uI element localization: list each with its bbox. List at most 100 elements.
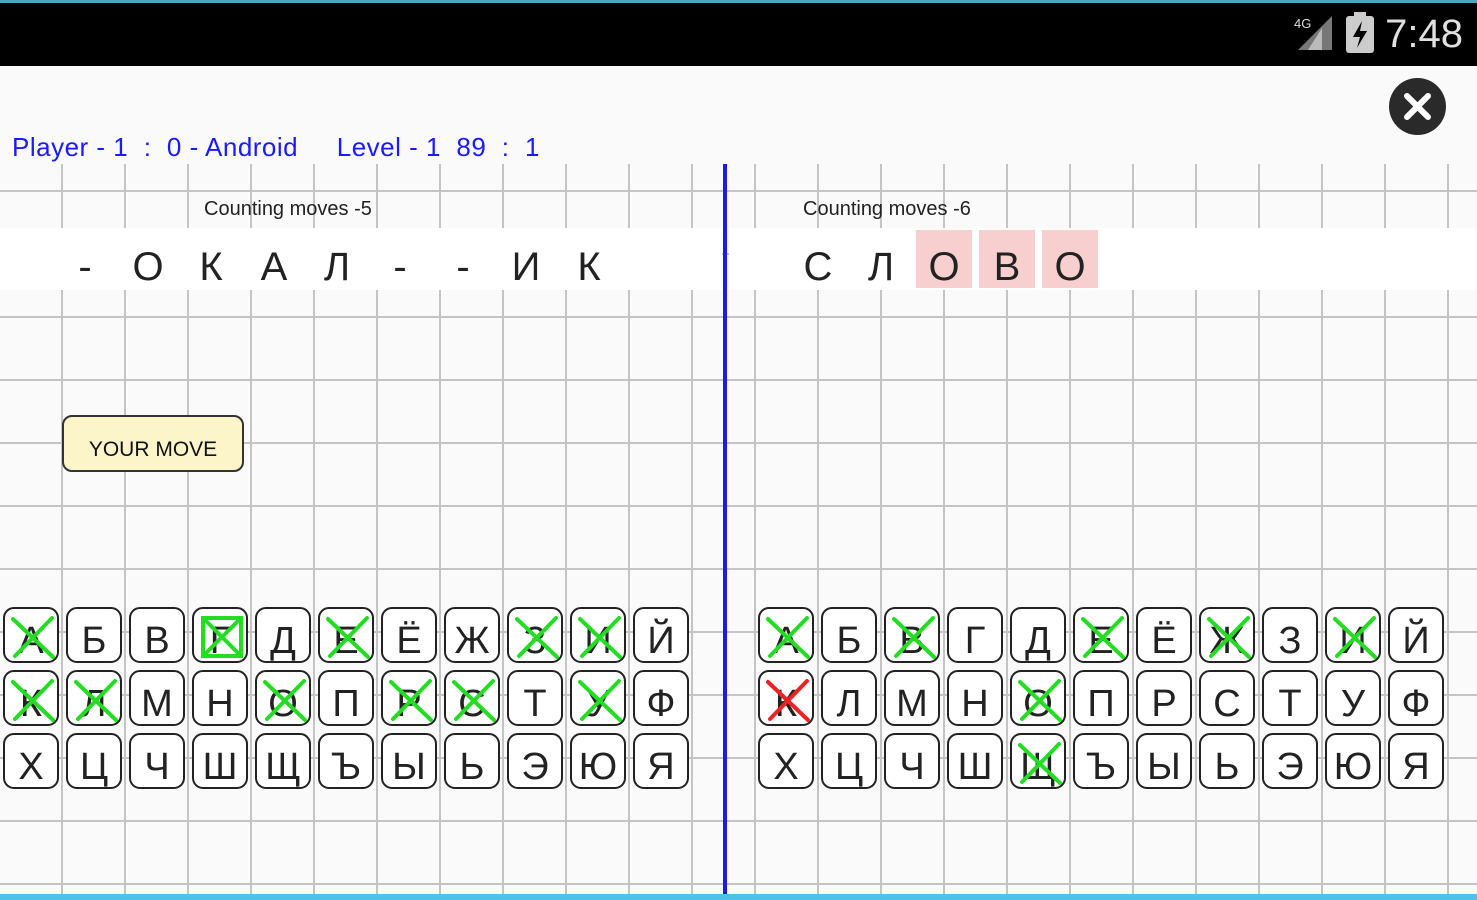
key-letter: Ч [899, 746, 925, 788]
right-letter-key[interactable]: Л [821, 670, 877, 726]
right-letter-key[interactable]: Ф [1388, 670, 1444, 726]
status-bar: 4G 7:48 [0, 0, 1477, 66]
left-letter-key[interactable]: О [255, 670, 311, 726]
right-letter-key[interactable]: Б [821, 607, 877, 663]
left-letter-key[interactable]: З [507, 607, 563, 663]
key-letter: Э [521, 746, 549, 788]
right-letter-key[interactable]: В [884, 607, 940, 663]
key-letter: Й [1402, 620, 1430, 662]
your-move-button[interactable]: YOUR MOVE [62, 415, 244, 472]
right-letter-key[interactable]: Е [1073, 607, 1129, 663]
left-letter-key[interactable]: М [129, 670, 185, 726]
key-letter: Ш [202, 746, 238, 788]
key-letter: Н [961, 683, 989, 725]
left-letter-key[interactable]: Я [633, 733, 689, 789]
key-letter: Р [396, 683, 422, 725]
left-letter-key[interactable]: Ф [633, 670, 689, 726]
word-letter-slot: Л [323, 245, 351, 289]
right-letter-key[interactable]: Ь [1199, 733, 1255, 789]
left-letter-key[interactable]: Э [507, 733, 563, 789]
right-letter-key[interactable]: Ъ [1073, 733, 1129, 789]
left-letter-key[interactable]: Х [3, 733, 59, 789]
left-letter-key[interactable]: Щ [255, 733, 311, 789]
left-letter-key[interactable]: У [570, 670, 626, 726]
right-letter-key[interactable]: Ю [1325, 733, 1381, 789]
right-letter-key[interactable]: Т [1262, 670, 1318, 726]
right-letter-key[interactable]: О [1010, 670, 1066, 726]
right-letter-key[interactable]: Я [1388, 733, 1444, 789]
left-letter-key[interactable]: С [444, 670, 500, 726]
right-letter-key[interactable]: Ч [884, 733, 940, 789]
left-letter-key[interactable]: Г [192, 607, 248, 663]
left-letter-key[interactable]: П [318, 670, 374, 726]
key-letter: А [773, 620, 799, 662]
word-letter-slot: О [916, 230, 972, 289]
left-letter-key[interactable]: В [129, 607, 185, 663]
right-letter-key[interactable]: Р [1136, 670, 1192, 726]
key-letter: Ъ [1085, 746, 1117, 788]
left-letter-key[interactable]: Д [255, 607, 311, 663]
right-letter-key[interactable]: Н [947, 670, 1003, 726]
word-letter-slot: Л [867, 245, 895, 289]
right-letter-key[interactable]: Й [1388, 607, 1444, 663]
right-letter-key[interactable]: Ц [821, 733, 877, 789]
left-letter-key[interactable]: Б [66, 607, 122, 663]
left-letter-key[interactable]: Л [66, 670, 122, 726]
word-letter-slot: - [393, 245, 407, 289]
right-letter-key[interactable]: Ж [1199, 607, 1255, 663]
word-letter-slot: К [199, 245, 223, 289]
left-letter-key[interactable]: Р [381, 670, 437, 726]
left-letter-key[interactable]: Т [507, 670, 563, 726]
key-letter: Ы [1147, 746, 1181, 788]
key-letter: О [1023, 683, 1053, 725]
right-letter-key[interactable]: Ё [1136, 607, 1192, 663]
key-letter: Э [1276, 746, 1304, 788]
left-letter-key[interactable]: Ц [66, 733, 122, 789]
right-letter-key[interactable]: Д [1010, 607, 1066, 663]
left-letter-key[interactable]: Й [633, 607, 689, 663]
right-letter-key[interactable]: М [884, 670, 940, 726]
close-button[interactable] [1389, 78, 1446, 135]
right-letter-key[interactable]: П [1073, 670, 1129, 726]
status-bar-accent [0, 0, 1477, 3]
left-letter-key[interactable]: Е [318, 607, 374, 663]
right-letter-key[interactable]: Ш [947, 733, 1003, 789]
left-letter-key[interactable]: Ъ [318, 733, 374, 789]
right-letter-key[interactable]: К [758, 670, 814, 726]
right-letter-key[interactable]: И [1325, 607, 1381, 663]
right-letter-key[interactable]: Щ [1010, 733, 1066, 789]
key-letter: Б [836, 620, 862, 662]
right-letter-key[interactable]: Э [1262, 733, 1318, 789]
key-letter: П [1087, 683, 1115, 725]
word-letter-slot: С [803, 245, 833, 289]
left-letter-key[interactable]: Ч [129, 733, 185, 789]
key-letter: В [144, 620, 170, 662]
right-letter-key[interactable]: У [1325, 670, 1381, 726]
key-letter: Б [81, 620, 107, 662]
right-letter-key[interactable]: С [1199, 670, 1255, 726]
left-letter-key[interactable]: Ж [444, 607, 500, 663]
key-letter: Ц [79, 746, 109, 788]
right-letter-key[interactable]: З [1262, 607, 1318, 663]
key-letter: У [1340, 683, 1366, 725]
right-letter-key[interactable]: Г [947, 607, 1003, 663]
left-letter-key[interactable]: Ы [381, 733, 437, 789]
status-clock: 7:48 [1385, 12, 1463, 56]
left-letter-key[interactable]: И [570, 607, 626, 663]
right-letter-key[interactable]: А [758, 607, 814, 663]
word-letter-slot: И [511, 245, 541, 289]
key-letter: Ц [834, 746, 864, 788]
right-letter-key[interactable]: Ы [1136, 733, 1192, 789]
left-letter-key[interactable]: Н [192, 670, 248, 726]
left-letter-key[interactable]: Ш [192, 733, 248, 789]
right-letter-key[interactable]: Х [758, 733, 814, 789]
left-letter-key[interactable]: А [3, 607, 59, 663]
score-line: Player - 1 : 0 - Android Level - 1 89 : … [12, 132, 540, 162]
left-letter-key[interactable]: Ю [570, 733, 626, 789]
left-letter-key[interactable]: Ё [381, 607, 437, 663]
key-letter: Г [964, 620, 986, 662]
left-letter-key[interactable]: Ь [444, 733, 500, 789]
key-letter: Г [209, 620, 231, 662]
left-letter-key[interactable]: К [3, 670, 59, 726]
key-letter: Щ [265, 746, 301, 788]
